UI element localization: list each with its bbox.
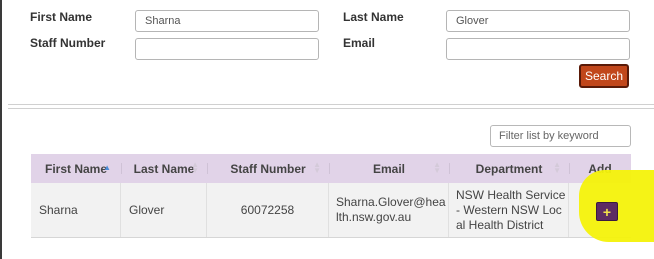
section-divider xyxy=(8,104,654,105)
column-header-label: Last Name xyxy=(133,161,195,176)
staff-number-input[interactable] xyxy=(135,38,319,60)
email-input[interactable] xyxy=(446,38,630,60)
email-label: Email xyxy=(343,36,376,50)
cell-first-name: Sharna xyxy=(31,183,121,237)
plus-icon: + xyxy=(602,203,612,220)
column-header-first-name[interactable]: First Name ▲ xyxy=(31,154,121,183)
table-row: Sharna Glover 60072258 Sharna.Glover@hea… xyxy=(31,183,631,238)
column-header-label: Email xyxy=(372,161,405,176)
sort-icon: ▲ ▼ xyxy=(191,160,199,175)
section-divider-2 xyxy=(8,108,654,109)
cell-last-name: Glover xyxy=(121,183,207,237)
cell-email-text: Sharna.Glover@health.nsw.gov.au xyxy=(336,195,446,224)
window-left-border xyxy=(0,0,2,259)
sort-icon: ▲ ▼ xyxy=(553,160,561,175)
column-header-last-name[interactable]: Last Name ▲ ▼ xyxy=(121,154,207,183)
last-name-label: Last Name xyxy=(343,10,404,24)
column-header-staff-number[interactable]: Staff Number ▲ ▼ xyxy=(207,154,329,183)
column-header-label: Staff Number xyxy=(230,161,306,176)
add-button[interactable]: + xyxy=(596,202,618,221)
cell-department-text: NSW Health Service - Western NSW Local H… xyxy=(456,187,566,232)
first-name-input[interactable] xyxy=(135,10,319,32)
column-header-label: Department xyxy=(475,161,543,176)
staff-number-label: Staff Number xyxy=(30,36,106,50)
results-table: First Name ▲ Last Name ▲ ▼ Staff Number ▲… xyxy=(31,154,631,238)
table-header: First Name ▲ Last Name ▲ ▼ Staff Number ▲… xyxy=(31,154,631,183)
sort-icon: ▲ ▼ xyxy=(433,160,441,175)
column-header-label: First Name xyxy=(44,161,108,176)
cell-department: NSW Health Service - Western NSW Local H… xyxy=(449,183,569,237)
sort-ascending-icon: ▲ xyxy=(103,163,111,172)
sort-icon: ▲ ▼ xyxy=(313,160,321,175)
cell-email: Sharna.Glover@health.nsw.gov.au xyxy=(329,183,449,237)
cell-staff-number: 60072258 xyxy=(207,183,329,237)
last-name-input[interactable] xyxy=(446,10,630,32)
first-name-label: First Name xyxy=(30,10,93,24)
search-button[interactable]: Search xyxy=(579,64,629,88)
column-header-email[interactable]: Email ▲ ▼ xyxy=(329,154,449,183)
filter-input[interactable] xyxy=(490,125,631,147)
column-header-department[interactable]: Department ▲ ▼ xyxy=(449,154,569,183)
